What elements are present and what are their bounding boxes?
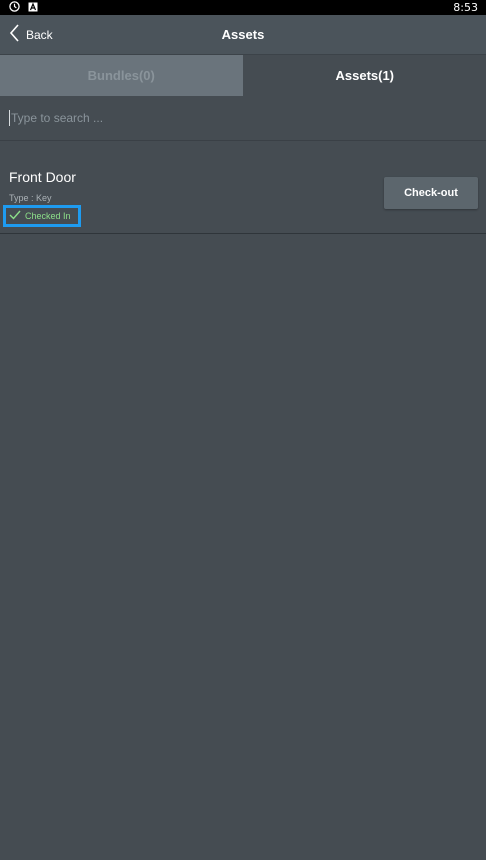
app-bar: Back Assets xyxy=(0,15,486,55)
status-time: 8:53 xyxy=(453,1,478,14)
check-icon xyxy=(9,207,21,225)
tab-bundles[interactable]: Bundles(0) xyxy=(0,55,243,96)
status-bar: 8:53 xyxy=(0,0,486,15)
tab-assets[interactable]: Assets(1) xyxy=(243,55,486,96)
asset-list-item[interactable]: Front Door Type : Key Checked In Check-o… xyxy=(0,141,486,234)
asset-name: Front Door xyxy=(9,169,76,185)
search-bar xyxy=(0,96,486,141)
chevron-left-icon xyxy=(9,23,20,47)
asset-type: Type : Key xyxy=(9,193,52,203)
back-label: Back xyxy=(26,28,53,42)
status-label: Checked In xyxy=(25,211,71,221)
tab-bar: Bundles(0) Assets(1) xyxy=(0,55,486,96)
check-out-button[interactable]: Check-out xyxy=(384,177,478,209)
search-input[interactable] xyxy=(9,110,477,126)
page-title: Assets xyxy=(221,27,265,42)
back-button[interactable]: Back xyxy=(9,15,53,55)
status-badge: Checked In xyxy=(3,205,81,227)
